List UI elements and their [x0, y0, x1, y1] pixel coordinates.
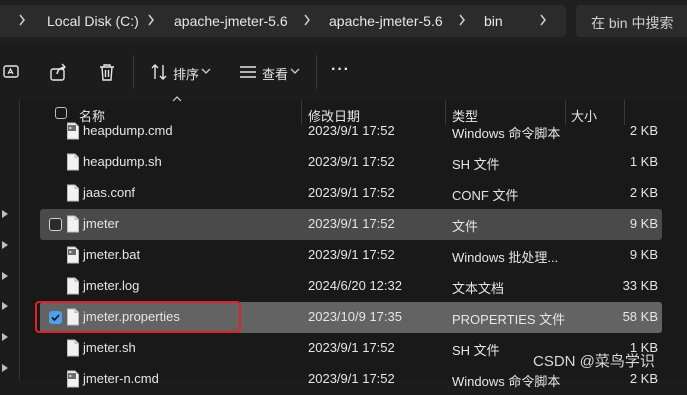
file-type: PROPERTIES 文件	[452, 312, 566, 327]
file-name: jmeter.bat	[83, 247, 141, 262]
view-button[interactable]: 查看	[262, 64, 288, 83]
file-modified-date: 2023/9/1 17:52	[308, 123, 395, 138]
script-file-icon	[66, 370, 80, 388]
file-name: jmeter.sh	[83, 340, 136, 355]
file-modified-date: 2023/9/1 17:52	[308, 154, 395, 169]
search-input[interactable]: 在 bin 中搜索	[576, 5, 687, 37]
file-icon	[66, 153, 80, 171]
file-size: 9 KB	[629, 216, 658, 231]
watermark: CSDN @菜鸟学识	[533, 353, 655, 370]
file-modified-date: 2023/9/1 17:52	[308, 216, 395, 231]
script-file-icon	[66, 246, 80, 264]
share-icon[interactable]	[49, 62, 69, 82]
pin-icon	[2, 272, 8, 280]
address-bar-row: Local Disk (C:) apache-jmeter-5.6 apache…	[0, 0, 687, 42]
sort-icon[interactable]	[149, 62, 169, 82]
file-row[interactable]: jmeter 2023/9/1 17:52 文件 9 KB	[40, 209, 662, 240]
rename-icon[interactable]	[2, 62, 22, 82]
trash-icon[interactable]	[97, 62, 117, 82]
chevron-right-icon[interactable]	[538, 12, 548, 28]
more-options-button[interactable]: ···	[331, 61, 350, 79]
file-modified-date: 2023/9/1 17:52	[308, 185, 395, 200]
file-name: jmeter	[83, 216, 120, 231]
breadcrumb-bin[interactable]: bin	[484, 13, 503, 29]
file-type: SH 文件	[452, 157, 500, 172]
file-size: 9 KB	[629, 247, 658, 262]
file-type: 文本文档	[452, 281, 505, 296]
file-row[interactable]: jmeter.bat 2023/9/1 17:52 Windows 批处理... 9 …	[40, 240, 662, 271]
breadcrumb-apache-jmeter-1[interactable]: apache-jmeter-5.6	[174, 13, 288, 29]
file-row[interactable]: heapdump.cmd 2023/9/1 17:52 Windows 命令脚本 2 …	[40, 116, 662, 147]
file-type: Windows 批处理...	[452, 250, 559, 265]
file-type: 文件	[452, 219, 479, 234]
chevron-down-icon[interactable]	[200, 63, 212, 83]
file-icon	[66, 277, 80, 295]
file-size: 33 KB	[622, 278, 658, 293]
file-modified-date: 2023/10/9 17:35	[308, 309, 402, 324]
file-size: 1 KB	[629, 154, 658, 169]
command-bar: 排序 查看 ···	[0, 42, 687, 100]
annotation-highlight-box	[35, 301, 241, 333]
chevron-right-icon	[302, 12, 312, 28]
file-icon	[66, 215, 80, 233]
chevron-down-icon[interactable]	[289, 63, 301, 83]
file-row[interactable]: heapdump.sh 2023/9/1 17:52 SH 文件 1 KB	[40, 147, 662, 178]
file-type: SH 文件	[452, 343, 500, 358]
pin-icon	[2, 210, 8, 218]
file-size: 2 KB	[629, 371, 658, 386]
file-size: 2 KB	[629, 123, 658, 138]
file-type: CONF 文件	[452, 188, 519, 203]
chevron-right-icon	[146, 12, 156, 28]
file-size: 2 KB	[629, 185, 658, 200]
file-list: 名称 修改日期 类型 大小 heapdump.cmd 2023/9/1 17:52…	[20, 96, 687, 389]
file-name: jaas.conf	[83, 185, 136, 200]
pin-icon	[2, 302, 8, 310]
file-modified-date: 2023/9/1 17:52	[308, 247, 395, 262]
file-icon	[66, 184, 80, 202]
toolbar-divider	[133, 55, 134, 89]
file-name: jmeter-n.cmd	[83, 371, 159, 386]
file-type: Windows 命令脚本	[452, 374, 561, 389]
breadcrumb-local-disk[interactable]: Local Disk (C:)	[47, 13, 139, 29]
file-name: jmeter.log	[83, 278, 140, 293]
file-modified-date: 2024/6/20 12:32	[308, 278, 402, 293]
search-placeholder: 在 bin 中搜索	[591, 15, 674, 31]
chevron-right-icon	[457, 12, 467, 28]
pin-icon	[2, 241, 8, 249]
toolbar-divider	[316, 55, 317, 89]
pin-icon	[2, 364, 8, 372]
file-icon	[66, 339, 80, 357]
chevron-right-icon	[17, 12, 27, 28]
pin-icon	[2, 333, 8, 341]
file-modified-date: 2023/9/1 17:52	[308, 340, 395, 355]
navigation-pane	[0, 100, 20, 380]
file-size: 58 KB	[622, 309, 658, 324]
view-icon[interactable]	[238, 62, 258, 82]
breadcrumb-apache-jmeter-2[interactable]: apache-jmeter-5.6	[329, 13, 443, 29]
sort-button[interactable]: 排序	[173, 64, 199, 83]
file-modified-date: 2023/9/1 17:52	[308, 371, 395, 386]
file-name: heapdump.cmd	[83, 123, 173, 138]
script-file-icon	[66, 122, 80, 140]
row-checkbox[interactable]	[49, 218, 62, 231]
file-row[interactable]: jmeter.log 2024/6/20 12:32 文本文档 33 KB	[40, 271, 662, 302]
file-name: heapdump.sh	[83, 154, 162, 169]
sort-ascending-icon	[172, 96, 182, 102]
file-type: Windows 命令脚本	[452, 126, 561, 141]
file-row[interactable]: jaas.conf 2023/9/1 17:52 CONF 文件 2 KB	[40, 178, 662, 209]
